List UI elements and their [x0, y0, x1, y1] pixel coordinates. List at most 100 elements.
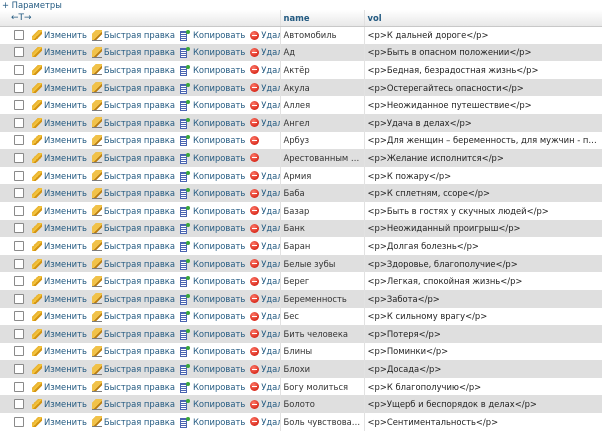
quick-edit-link[interactable]: Быстрая правка — [91, 222, 175, 234]
row-checkbox[interactable] — [14, 117, 24, 128]
row-checkbox[interactable] — [14, 152, 24, 163]
cell-name[interactable]: Богу молиться — [280, 377, 365, 396]
row-checkbox[interactable] — [14, 346, 24, 357]
delete-link[interactable]: Удалить — [250, 118, 279, 128]
row-checkbox[interactable] — [14, 399, 24, 410]
cell-vol[interactable]: <p>Здоровье, благополучие</p> — [364, 254, 602, 273]
cell-vol[interactable]: <p>Бедная, безрадостная жизнь</p> — [364, 61, 602, 79]
quick-edit-link[interactable]: Быстрая правка — [91, 345, 175, 357]
copy-link[interactable]: Копировать — [179, 64, 245, 76]
quick-edit-link[interactable]: Быстрая правка — [91, 258, 175, 270]
delete-link[interactable]: Удалить — [250, 47, 279, 57]
copy-link[interactable]: Копировать — [179, 399, 245, 411]
copy-link[interactable]: Копировать — [179, 82, 245, 94]
cell-name[interactable]: Базар — [280, 201, 365, 220]
copy-link[interactable]: Копировать — [179, 293, 245, 305]
edit-link[interactable]: Изменить — [32, 416, 87, 427]
edit-link[interactable]: Изменить — [32, 82, 87, 93]
copy-link[interactable]: Копировать — [179, 205, 245, 217]
quick-edit-link[interactable]: Быстрая правка — [91, 46, 175, 58]
row-checkbox[interactable] — [14, 381, 24, 392]
quick-edit-link[interactable]: Быстрая правка — [91, 29, 175, 41]
row-checkbox[interactable] — [14, 416, 24, 427]
edit-link[interactable]: Изменить — [32, 311, 87, 322]
delete-link[interactable]: Удалить — [250, 382, 279, 392]
edit-link[interactable]: Изменить — [32, 30, 87, 41]
cell-name[interactable]: Боль чувствовать — [280, 413, 365, 431]
cell-name[interactable]: Баба — [280, 184, 365, 202]
quick-edit-link[interactable]: Быстрая правка — [91, 205, 175, 217]
cell-vol[interactable]: <p>Поминки</p> — [364, 342, 602, 361]
edit-link[interactable]: Изменить — [32, 328, 87, 339]
row-checkbox[interactable] — [14, 100, 24, 111]
row-checkbox[interactable] — [14, 258, 24, 269]
quick-edit-link[interactable]: Быстрая правка — [91, 398, 175, 410]
copy-link[interactable]: Копировать — [179, 100, 245, 112]
cell-vol[interactable]: <p>К дальней дороге</p> — [364, 26, 602, 44]
cell-name[interactable]: Блины — [280, 342, 365, 361]
quick-edit-link[interactable]: Быстрая правка — [91, 416, 175, 428]
copy-link[interactable]: Копировать — [179, 30, 245, 42]
row-checkbox[interactable] — [14, 311, 24, 322]
delete-link[interactable] — [250, 135, 261, 145]
cell-name[interactable]: Блохи — [280, 360, 365, 378]
delete-link[interactable]: Удалить — [250, 188, 279, 198]
cell-name[interactable]: Бить человека — [280, 325, 365, 343]
cell-name[interactable]: Ад — [280, 43, 365, 62]
cell-vol[interactable]: <p>Для женщин – беременность, для мужчин… — [364, 131, 602, 150]
row-checkbox[interactable] — [14, 223, 24, 234]
edit-link[interactable]: Изменить — [32, 152, 87, 163]
delete-link[interactable]: Удалить — [250, 346, 279, 356]
cell-vol[interactable]: <p>Сентиментальность</p> — [364, 413, 602, 431]
quick-edit-link[interactable]: Быстрая правка — [91, 187, 175, 199]
copy-link[interactable]: Копировать — [179, 135, 245, 147]
cell-name[interactable]: Бес — [280, 307, 365, 326]
edit-link[interactable]: Изменить — [32, 258, 87, 269]
cell-name[interactable]: Ангел — [280, 113, 365, 132]
delete-link[interactable] — [250, 153, 261, 163]
quick-edit-link[interactable]: Быстрая правка — [91, 152, 175, 164]
cell-vol[interactable]: <p>Удача в делах</p> — [364, 113, 602, 132]
cell-vol[interactable]: <p>Забота</p> — [364, 289, 602, 308]
cell-vol[interactable]: <p>Быть в гостях у скучных людей</p> — [364, 201, 602, 220]
cell-vol[interactable]: <p>К благополучию</p> — [364, 377, 602, 396]
copy-link[interactable]: Копировать — [179, 328, 245, 340]
quick-edit-link[interactable]: Быстрая правка — [91, 363, 175, 375]
delete-link[interactable]: Удалить — [250, 399, 279, 409]
quick-edit-link[interactable]: Быстрая правка — [91, 240, 175, 252]
quick-edit-link[interactable]: Быстрая правка — [91, 310, 175, 322]
copy-link[interactable]: Копировать — [179, 152, 245, 164]
copy-link[interactable]: Копировать — [179, 258, 245, 270]
delete-link[interactable]: Удалить — [250, 30, 279, 40]
quick-edit-link[interactable]: Быстрая правка — [91, 275, 175, 287]
delete-link[interactable]: Удалить — [250, 171, 279, 181]
copy-link[interactable]: Копировать — [179, 364, 245, 376]
row-checkbox[interactable] — [14, 30, 24, 41]
quick-edit-link[interactable]: Быстрая правка — [91, 99, 175, 111]
cell-name[interactable]: Банк — [280, 219, 365, 238]
edit-link[interactable]: Изменить — [32, 276, 87, 287]
cell-vol[interactable]: <p>К сплетням, ссоре</p> — [364, 184, 602, 202]
edit-link[interactable]: Изменить — [32, 364, 87, 375]
cell-name[interactable]: Акула — [280, 78, 365, 97]
delete-link[interactable]: Удалить — [250, 100, 279, 110]
cell-name[interactable]: Берег — [280, 272, 365, 290]
delete-link[interactable]: Удалить — [250, 241, 279, 251]
delete-link[interactable]: Удалить — [250, 223, 279, 233]
quick-edit-link[interactable]: Быстрая правка — [91, 134, 175, 146]
quick-edit-link[interactable]: Быстрая правка — [91, 170, 175, 182]
copy-link[interactable]: Копировать — [179, 276, 245, 288]
delete-link[interactable]: Удалить — [250, 294, 279, 304]
copy-link[interactable]: Копировать — [179, 311, 245, 323]
cell-vol[interactable]: <p>Неожиданное путешествие</p> — [364, 96, 602, 114]
copy-link[interactable]: Копировать — [179, 47, 245, 59]
cell-name[interactable]: Арестованным быть — [280, 149, 365, 167]
cell-name[interactable]: Автомобиль — [280, 26, 365, 44]
copy-link[interactable]: Копировать — [179, 346, 245, 358]
row-checkbox[interactable] — [14, 170, 24, 181]
cell-vol[interactable]: <p>Легкая, спокойная жизнь</p> — [364, 272, 602, 290]
row-checkbox[interactable] — [14, 82, 24, 93]
copy-link[interactable]: Копировать — [179, 223, 245, 235]
cell-name[interactable]: Беременность — [280, 289, 365, 308]
delete-link[interactable]: Удалить — [250, 329, 279, 339]
